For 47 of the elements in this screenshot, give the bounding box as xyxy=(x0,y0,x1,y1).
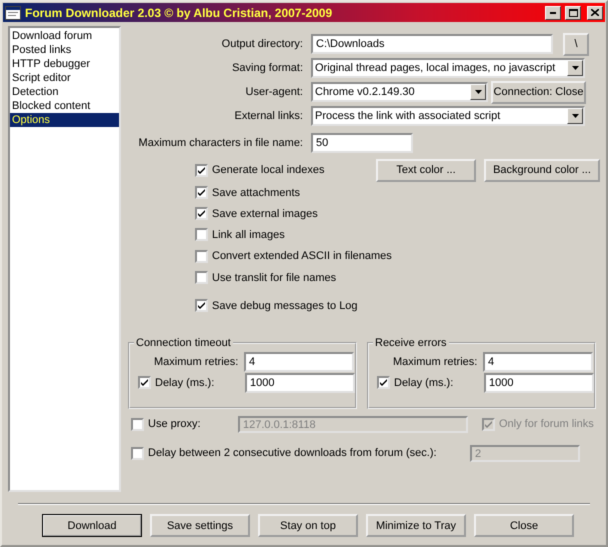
group-title: Connection timeout xyxy=(135,337,232,350)
dropdown[interactable]: Chrome v0.2.149.30 xyxy=(311,82,488,102)
footer-button[interactable]: Close xyxy=(474,514,574,538)
connection-button[interactable]: Connection: Close xyxy=(491,80,586,104)
input-field[interactable]: 4 xyxy=(244,352,354,372)
checkbox-label: Link all images xyxy=(212,228,285,241)
window-title: Forum Downloader 2.03 © by Albu Cristian, 2007-2009 xyxy=(25,6,334,20)
footer-button[interactable]: Download xyxy=(42,514,142,538)
field-label: Maximum retries: xyxy=(393,356,478,368)
browse-button[interactable]: \ xyxy=(563,32,589,56)
background-color-button[interactable]: Background color ... xyxy=(484,158,600,182)
checkbox-label: Save external images xyxy=(212,208,318,220)
checkbox-label: Convert extended ASCII in filenames xyxy=(212,250,392,262)
footer-button[interactable]: Minimize to Tray xyxy=(366,514,466,538)
sidebar-item[interactable]: Options xyxy=(10,113,119,128)
checkbox-label: Use proxy: xyxy=(148,418,202,430)
field-label: Saving format: xyxy=(231,62,303,74)
field-label: Maximum retries: xyxy=(154,356,240,368)
input-field[interactable]: 1000 xyxy=(245,372,355,393)
checkbox-label: Use translit for file names xyxy=(212,272,336,284)
sidebar-item[interactable]: Blocked content xyxy=(10,99,119,114)
sidebar-item[interactable]: Download forum xyxy=(10,29,119,44)
field-label: User-agent: xyxy=(244,86,303,98)
field-label: Output directory: xyxy=(220,38,303,50)
input-field[interactable]: 1000 xyxy=(484,372,594,393)
footer-button[interactable]: Stay on top xyxy=(258,514,358,538)
checkbox-label: Save attachments xyxy=(212,186,300,199)
field-label: Maximum characters in file name: xyxy=(138,137,303,150)
sidebar-item[interactable]: HTTP debugger xyxy=(10,57,119,72)
checkbox-label: Save debug messages to Log xyxy=(212,300,358,312)
sidebar-item[interactable]: Script editor xyxy=(10,71,119,86)
dropdown[interactable]: Original thread pages, local images, no javascript xyxy=(311,58,585,78)
sidebar-item[interactable]: Detection xyxy=(10,85,119,100)
group-title: Receive errors xyxy=(374,337,448,350)
checkbox-label: Delay (ms.): xyxy=(155,376,216,389)
checkbox-label: Generate local indexes xyxy=(212,164,326,176)
input-field[interactable]: 50 xyxy=(311,133,413,154)
checkbox-label: Delay (ms.): xyxy=(394,376,454,389)
sidebar-item[interactable]: Posted links xyxy=(10,43,119,58)
checkbox-label: Only for forum links xyxy=(499,418,594,430)
footer-button[interactable]: Save settings xyxy=(150,514,250,538)
dropdown[interactable]: Process the link with associated script xyxy=(311,106,585,126)
text-color-button[interactable]: Text color ... xyxy=(376,158,476,182)
field-label: External links: xyxy=(234,110,303,122)
input-field[interactable]: 4 xyxy=(483,352,593,372)
input-field[interactable]: C:\Downloads xyxy=(311,34,553,54)
checkbox-label: Delay between 2 consecutive downloads from forum (sec.): xyxy=(148,447,438,460)
